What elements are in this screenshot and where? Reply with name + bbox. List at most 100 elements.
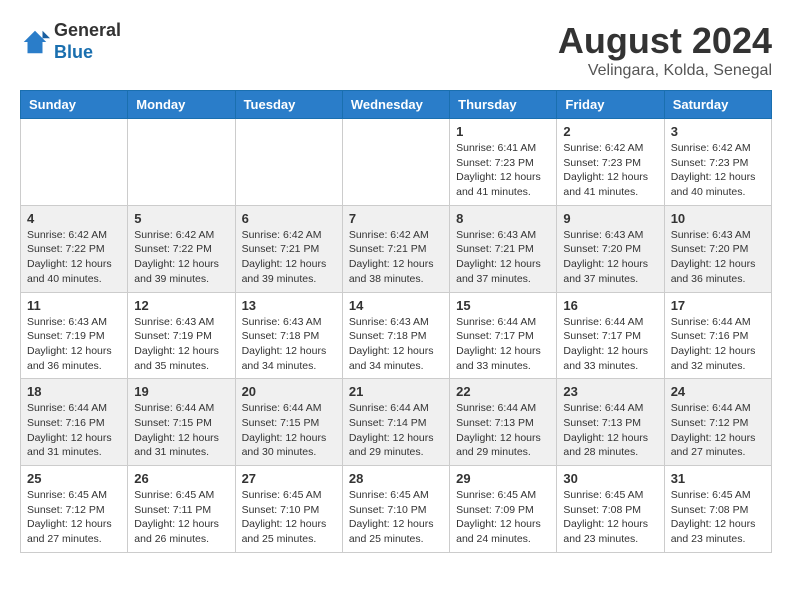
- day-number: 11: [27, 298, 121, 313]
- calendar-cell: 26 Sunrise: 6:45 AMSunset: 7:11 PMDayligh…: [128, 466, 235, 553]
- day-info: Sunrise: 6:44 AMSunset: 7:14 PMDaylight:…: [349, 401, 443, 460]
- calendar-cell: 7 Sunrise: 6:42 AMSunset: 7:21 PMDaylight…: [342, 205, 449, 292]
- day-number: 5: [134, 211, 228, 226]
- day-info: Sunrise: 6:43 AMSunset: 7:20 PMDaylight:…: [563, 228, 657, 287]
- calendar-cell: [21, 119, 128, 206]
- day-info: Sunrise: 6:44 AMSunset: 7:15 PMDaylight:…: [242, 401, 336, 460]
- logo-icon: [20, 27, 50, 57]
- calendar-week-row: 4Sunrise: 6:42 AMSunset: 7:22 PMDaylight…: [21, 205, 772, 292]
- day-number: 26: [134, 471, 228, 486]
- day-info: Sunrise: 6:43 AMSunset: 7:21 PMDaylight:…: [456, 228, 550, 287]
- day-number: 30: [563, 471, 657, 486]
- day-info: Sunrise: 6:44 AMSunset: 7:17 PMDaylight:…: [456, 315, 550, 374]
- calendar-cell: [235, 119, 342, 206]
- day-info: Sunrise: 6:45 AMSunset: 7:12 PMDaylight:…: [27, 488, 121, 547]
- weekday-header-wednesday: Wednesday: [342, 91, 449, 119]
- day-number: 23: [563, 384, 657, 399]
- day-number: 3: [671, 124, 765, 139]
- calendar-cell: 31 Sunrise: 6:45 AMSunset: 7:08 PMDayligh…: [664, 466, 771, 553]
- weekday-header-monday: Monday: [128, 91, 235, 119]
- day-number: 29: [456, 471, 550, 486]
- calendar-cell: 18Sunrise: 6:44 AMSunset: 7:16 PMDayligh…: [21, 379, 128, 466]
- page-subtitle: Velingara, Kolda, Senegal: [558, 62, 772, 80]
- day-info: Sunrise: 6:42 AMSunset: 7:23 PMDaylight:…: [671, 141, 765, 200]
- day-number: 28: [349, 471, 443, 486]
- title-area: August 2024 Velingara, Kolda, Senegal: [558, 20, 772, 80]
- calendar-cell: 13 Sunrise: 6:43 AMSunset: 7:18 PMDayligh…: [235, 292, 342, 379]
- day-info: Sunrise: 6:42 AMSunset: 7:21 PMDaylight:…: [349, 228, 443, 287]
- calendar-week-row: 1 Sunrise: 6:41 AMSunset: 7:23 PMDaylight…: [21, 119, 772, 206]
- calendar-cell: 28Sunrise: 6:45 AMSunset: 7:10 PMDayligh…: [342, 466, 449, 553]
- day-info: Sunrise: 6:44 AMSunset: 7:15 PMDaylight:…: [134, 401, 228, 460]
- day-info: Sunrise: 6:45 AMSunset: 7:11 PMDaylight:…: [134, 488, 228, 547]
- day-info: Sunrise: 6:43 AMSunset: 7:19 PMDaylight:…: [134, 315, 228, 374]
- calendar-cell: 17 Sunrise: 6:44 AMSunset: 7:16 PMDayligh…: [664, 292, 771, 379]
- calendar-cell: 19 Sunrise: 6:44 AMSunset: 7:15 PMDayligh…: [128, 379, 235, 466]
- day-info: Sunrise: 6:43 AMSunset: 7:18 PMDaylight:…: [349, 315, 443, 374]
- calendar-cell: 2Sunrise: 6:42 AMSunset: 7:23 PMDaylight…: [557, 119, 664, 206]
- calendar-cell: 23Sunrise: 6:44 AMSunset: 7:13 PMDayligh…: [557, 379, 664, 466]
- day-number: 13: [242, 298, 336, 313]
- day-number: 8: [456, 211, 550, 226]
- calendar-cell: 3 Sunrise: 6:42 AMSunset: 7:23 PMDaylight…: [664, 119, 771, 206]
- calendar-cell: 30 Sunrise: 6:45 AMSunset: 7:08 PMDayligh…: [557, 466, 664, 553]
- day-number: 24: [671, 384, 765, 399]
- calendar-cell: 21Sunrise: 6:44 AMSunset: 7:14 PMDayligh…: [342, 379, 449, 466]
- calendar-cell: 27Sunrise: 6:45 AMSunset: 7:10 PMDayligh…: [235, 466, 342, 553]
- calendar-cell: 5Sunrise: 6:42 AMSunset: 7:22 PMDaylight…: [128, 205, 235, 292]
- calendar-cell: [342, 119, 449, 206]
- day-info: Sunrise: 6:44 AMSunset: 7:16 PMDaylight:…: [671, 315, 765, 374]
- calendar-cell: 25 Sunrise: 6:45 AMSunset: 7:12 PMDayligh…: [21, 466, 128, 553]
- day-number: 15: [456, 298, 550, 313]
- calendar-cell: 29 Sunrise: 6:45 AMSunset: 7:09 PMDayligh…: [450, 466, 557, 553]
- day-info: Sunrise: 6:42 AMSunset: 7:23 PMDaylight:…: [563, 141, 657, 200]
- calendar-cell: 20 Sunrise: 6:44 AMSunset: 7:15 PMDayligh…: [235, 379, 342, 466]
- calendar-week-row: 11 Sunrise: 6:43 AMSunset: 7:19 PMDayligh…: [21, 292, 772, 379]
- calendar-cell: 11Sunrise: 6:43 AMSunset: 7:19 PMDayligh…: [21, 292, 128, 379]
- page-title: August 2024: [558, 20, 772, 62]
- day-number: 4: [27, 211, 121, 226]
- weekday-header-friday: Friday: [557, 91, 664, 119]
- day-info: Sunrise: 6:43 AMSunset: 7:20 PMDaylight:…: [671, 228, 765, 287]
- day-number: 14: [349, 298, 443, 313]
- day-number: 19: [134, 384, 228, 399]
- calendar-cell: 4Sunrise: 6:42 AMSunset: 7:22 PMDaylight…: [21, 205, 128, 292]
- weekday-header-thursday: Thursday: [450, 91, 557, 119]
- day-number: 18: [27, 384, 121, 399]
- calendar-week-row: 25 Sunrise: 6:45 AMSunset: 7:12 PMDayligh…: [21, 466, 772, 553]
- calendar-cell: 24Sunrise: 6:44 AMSunset: 7:12 PMDayligh…: [664, 379, 771, 466]
- weekday-header-saturday: Saturday: [664, 91, 771, 119]
- page-header: General Blue August 2024 Velingara, Kold…: [20, 20, 772, 80]
- day-number: 12: [134, 298, 228, 313]
- day-number: 31: [671, 471, 765, 486]
- weekday-header-sunday: Sunday: [21, 91, 128, 119]
- calendar-cell: 9 Sunrise: 6:43 AMSunset: 7:20 PMDaylight…: [557, 205, 664, 292]
- calendar-cell: 12 Sunrise: 6:43 AMSunset: 7:19 PMDayligh…: [128, 292, 235, 379]
- day-info: Sunrise: 6:44 AMSunset: 7:17 PMDaylight:…: [563, 315, 657, 374]
- weekday-header-row: SundayMondayTuesdayWednesdayThursdayFrid…: [21, 91, 772, 119]
- calendar-cell: 16 Sunrise: 6:44 AMSunset: 7:17 PMDayligh…: [557, 292, 664, 379]
- day-info: Sunrise: 6:45 AMSunset: 7:08 PMDaylight:…: [563, 488, 657, 547]
- day-info: Sunrise: 6:45 AMSunset: 7:10 PMDaylight:…: [242, 488, 336, 547]
- calendar-table: SundayMondayTuesdayWednesdayThursdayFrid…: [20, 90, 772, 553]
- day-info: Sunrise: 6:41 AMSunset: 7:23 PMDaylight:…: [456, 141, 550, 200]
- calendar-cell: [128, 119, 235, 206]
- day-info: Sunrise: 6:45 AMSunset: 7:09 PMDaylight:…: [456, 488, 550, 547]
- calendar-cell: 22Sunrise: 6:44 AMSunset: 7:13 PMDayligh…: [450, 379, 557, 466]
- day-number: 7: [349, 211, 443, 226]
- calendar-week-row: 18Sunrise: 6:44 AMSunset: 7:16 PMDayligh…: [21, 379, 772, 466]
- day-number: 1: [456, 124, 550, 139]
- day-info: Sunrise: 6:44 AMSunset: 7:13 PMDaylight:…: [456, 401, 550, 460]
- calendar-cell: 6Sunrise: 6:42 AMSunset: 7:21 PMDaylight…: [235, 205, 342, 292]
- day-number: 25: [27, 471, 121, 486]
- calendar-cell: 15 Sunrise: 6:44 AMSunset: 7:17 PMDayligh…: [450, 292, 557, 379]
- day-info: Sunrise: 6:45 AMSunset: 7:08 PMDaylight:…: [671, 488, 765, 547]
- day-number: 20: [242, 384, 336, 399]
- logo-text: General Blue: [54, 20, 121, 63]
- day-number: 6: [242, 211, 336, 226]
- day-number: 17: [671, 298, 765, 313]
- day-number: 9: [563, 211, 657, 226]
- day-number: 16: [563, 298, 657, 313]
- calendar-cell: 8 Sunrise: 6:43 AMSunset: 7:21 PMDaylight…: [450, 205, 557, 292]
- day-info: Sunrise: 6:43 AMSunset: 7:18 PMDaylight:…: [242, 315, 336, 374]
